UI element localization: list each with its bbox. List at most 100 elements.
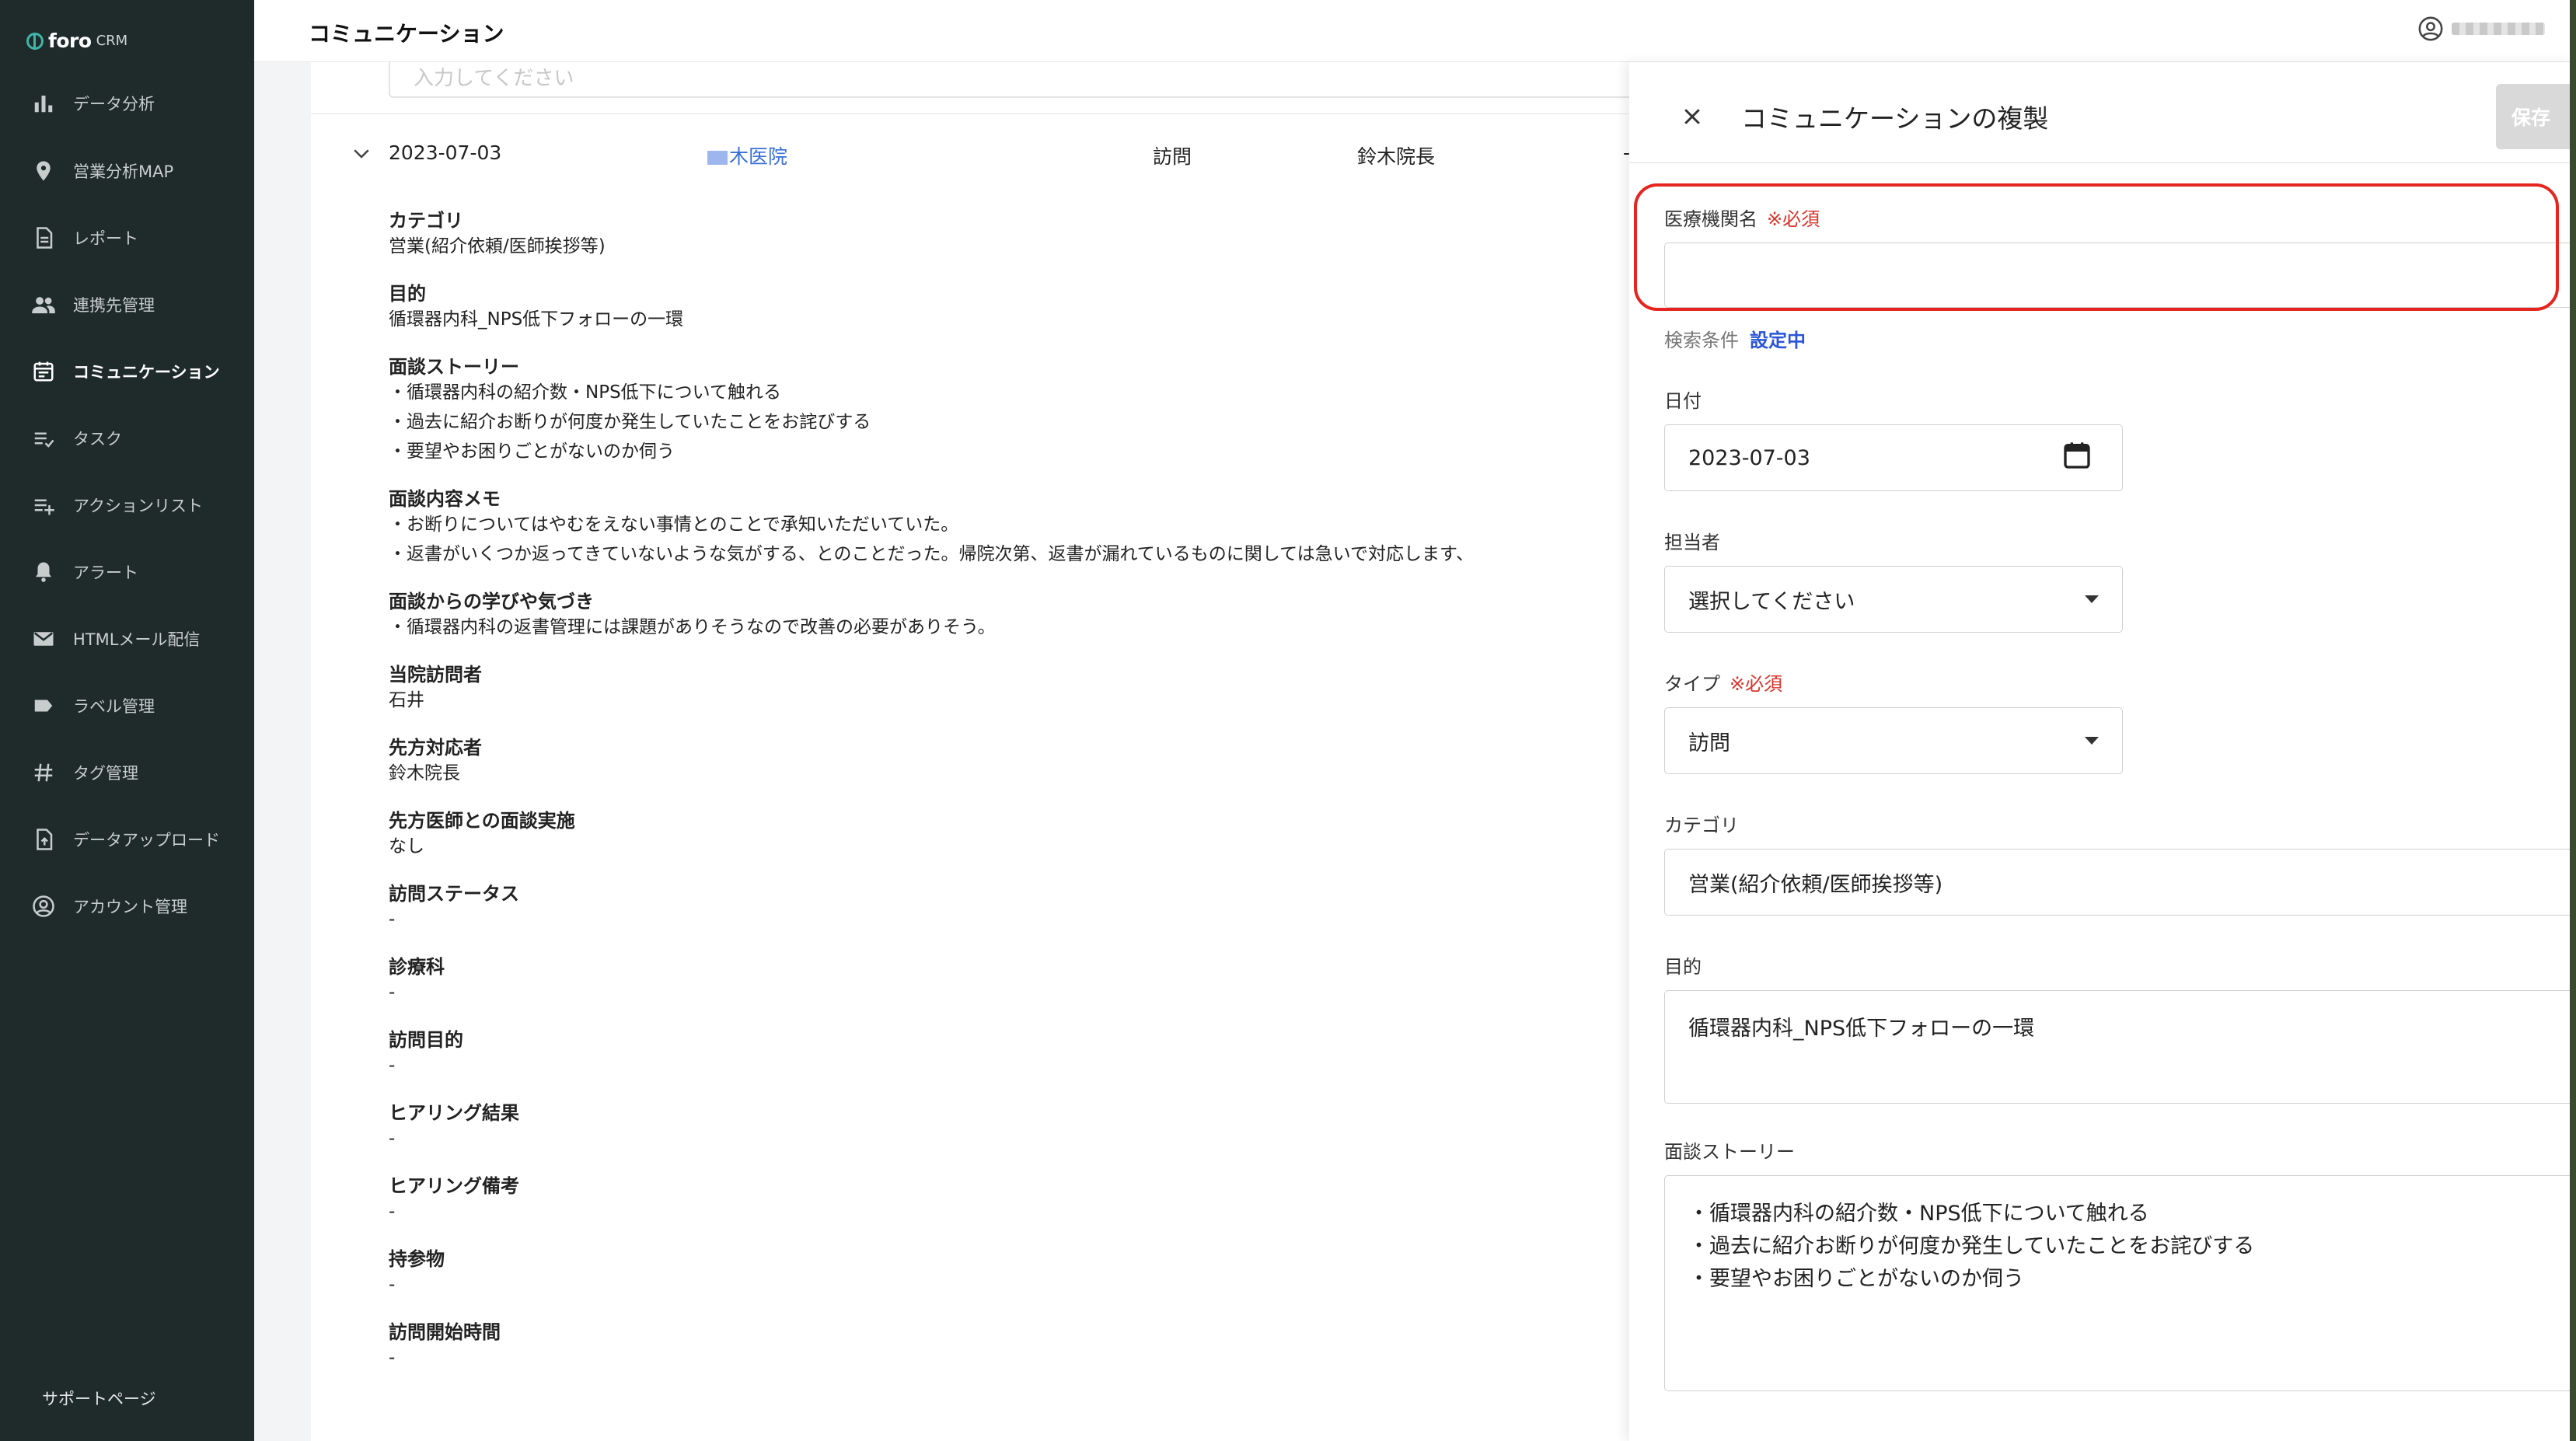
page-title: コミュニケーション [309,21,504,47]
sidebar-item-partners[interactable]: 連携先管理 [0,281,254,328]
field-value: - [389,1348,396,1368]
field-value: - [389,1202,396,1222]
sidebar-item-label: アラート [73,563,138,582]
owner-label: 担当者 [1664,532,1720,553]
close-icon[interactable] [1681,105,1704,128]
category-select-value: 営業(紹介依頼/医師挨拶等) [1688,872,1943,897]
field-value: ・循環器内科の返書管理には課題がありそうなので改善の必要がありそう。 [389,617,996,637]
calendar-icon [28,356,59,387]
field-value: - [389,909,396,930]
field-label: ヒアリング備考 [389,1175,519,1197]
search-condition-label: 検索条件 [1664,330,1739,351]
field-label: 診療科 [389,956,445,978]
table-row[interactable]: 2023-07-03 木医院 訪問 鈴木院長 - [311,141,1632,173]
window-edge [2570,0,2576,1441]
sidebar-item-label: HTMLメール配信 [73,630,201,649]
field-value: 循環器内科_NPS低下フォローの一環 [389,309,684,330]
required-mark: ※必須 [1730,673,1783,695]
sidebar-item-action-list[interactable]: アクションリスト [0,482,254,529]
sidebar-item-label: ラベル管理 [73,697,155,716]
sidebar-item-task[interactable]: タスク [0,415,254,462]
sidebar-item-label-mgmt[interactable]: ラベル管理 [0,682,254,729]
story-textarea[interactable]: ・循環器内科の紹介数・NPS低下について触れる ・過去に紹介お断りが何度か発生し… [1664,1175,2576,1391]
date-input[interactable]: 2023-07-03 [1664,424,2123,491]
field-label: 面談ストーリー [389,356,519,378]
app-logo[interactable]: foro CRM [26,30,127,52]
sidebar: foro CRM データ分析 営業分析MAP レポート 連携先管理 コミュニケー… [0,0,254,1441]
sidebar-item-report[interactable]: レポート [0,215,254,261]
sidebar-item-data-analysis[interactable]: データ分析 [0,80,254,127]
field-label: 先方対応者 [389,737,482,759]
panel-title: コミュニケーションの複製 [1741,103,2049,134]
field-label: 面談からの学びや気づき [389,591,594,612]
label-icon [28,690,59,721]
communication-list: 入力してください 2023-07-03 木医院 訪問 鈴木院長 - カテゴリ 営… [311,62,1632,1441]
sidebar-item-label: 連携先管理 [73,296,155,315]
people-icon [28,289,59,320]
sidebar-item-tag-mgmt[interactable]: タグ管理 [0,749,254,796]
type-label-text: タイプ [1664,673,1720,695]
clinic-name-input[interactable] [1664,242,2576,308]
sidebar-item-account[interactable]: アカウント管理 [0,883,254,930]
category-select[interactable]: 営業(紹介依頼/医師挨拶等) [1664,849,2576,916]
field-label: 当院訪問者 [389,664,482,686]
save-button[interactable]: 保存 [2496,84,2576,149]
sidebar-item-sales-map[interactable]: 営業分析MAP [0,148,254,194]
required-mark: ※必須 [1767,208,1820,230]
user-name-redacted [2452,23,2545,35]
logo-icon [26,32,44,50]
field-value: - [389,982,396,1003]
story-label: 面談ストーリー [1664,1141,1795,1163]
chevron-down-icon[interactable] [350,141,373,165]
support-page-link[interactable]: サポートページ [42,1387,156,1410]
dropdown-arrow-icon [2085,737,2099,745]
bar-chart-icon [28,88,59,119]
search-condition-link[interactable]: 設定中 [1750,330,1806,351]
panel-header: コミュニケーションの複製 [1629,62,2576,163]
mail-icon [28,623,59,654]
user-menu[interactable] [2417,16,2545,42]
sidebar-item-alert[interactable]: アラート [0,549,254,595]
map-pin-icon [28,155,59,187]
sidebar-item-label: アカウント管理 [73,898,187,916]
field-label: 訪問目的 [389,1029,463,1051]
search-condition: 検索条件 設定中 [1664,325,1806,352]
bell-icon [28,557,59,588]
clinic-label: 医療機関名 ※必須 [1664,204,1820,231]
field-value: ・循環器内科の紹介数・NPS低下について触れる ・過去に紹介お断りが何度か発生し… [389,382,871,462]
row-clinic-link[interactable]: 木医院 [707,141,787,169]
task-list-icon [28,423,59,454]
row-clinic-name: 木医院 [729,145,788,168]
date-value: 2023-07-03 [1688,445,1810,470]
logo-text: foro [48,30,92,52]
sidebar-item-communication[interactable]: コミュニケーション [0,348,254,395]
search-input[interactable]: 入力してください [389,62,1632,98]
search-placeholder: 入力してください [414,67,574,90]
field-value: なし [389,836,424,857]
calendar-icon[interactable] [2061,439,2093,472]
sidebar-item-label: レポート [73,229,138,248]
story-value: ・循環器内科の紹介数・NPS低下について触れる ・過去に紹介お断りが何度か発生し… [1688,1202,2255,1291]
purpose-textarea[interactable]: 循環器内科_NPS低下フォローの一環 [1664,990,2576,1104]
row-type: 訪問 [1153,145,1192,168]
hash-icon [28,757,59,788]
clinic-label-text: 医療機関名 [1664,208,1757,230]
document-icon [28,222,59,253]
type-select[interactable]: 訪問 [1664,707,2123,774]
sidebar-item-html-mail[interactable]: HTMLメール配信 [0,616,254,662]
record-detail: カテゴリ 営業(紹介依頼/医師挨拶等) 目的 循環器内科_NPS低下フォローの一… [389,205,1632,1373]
purpose-value: 循環器内科_NPS低下フォローの一環 [1688,1017,2035,1041]
sidebar-item-label: タグ管理 [73,764,138,783]
field-label: 持参物 [389,1248,445,1270]
owner-select[interactable]: 選択してください [1664,566,2123,633]
sidebar-item-label: データアップロード [73,831,220,850]
account-circle-icon [2418,16,2443,41]
duplicate-communication-panel: コミュニケーションの複製 医療機関名 ※必須 検索条件 設定中 日付 2023-07… [1629,62,2576,1441]
sidebar-item-label: タスク [73,430,122,448]
logo-sub: CRM [96,33,128,49]
category-label: カテゴリ [1664,815,1739,836]
owner-select-value: 選択してください [1688,589,1855,614]
purpose-label: 目的 [1664,956,1702,978]
field-label: ヒアリング結果 [389,1102,519,1124]
sidebar-item-data-upload[interactable]: データアップロード [0,816,254,863]
